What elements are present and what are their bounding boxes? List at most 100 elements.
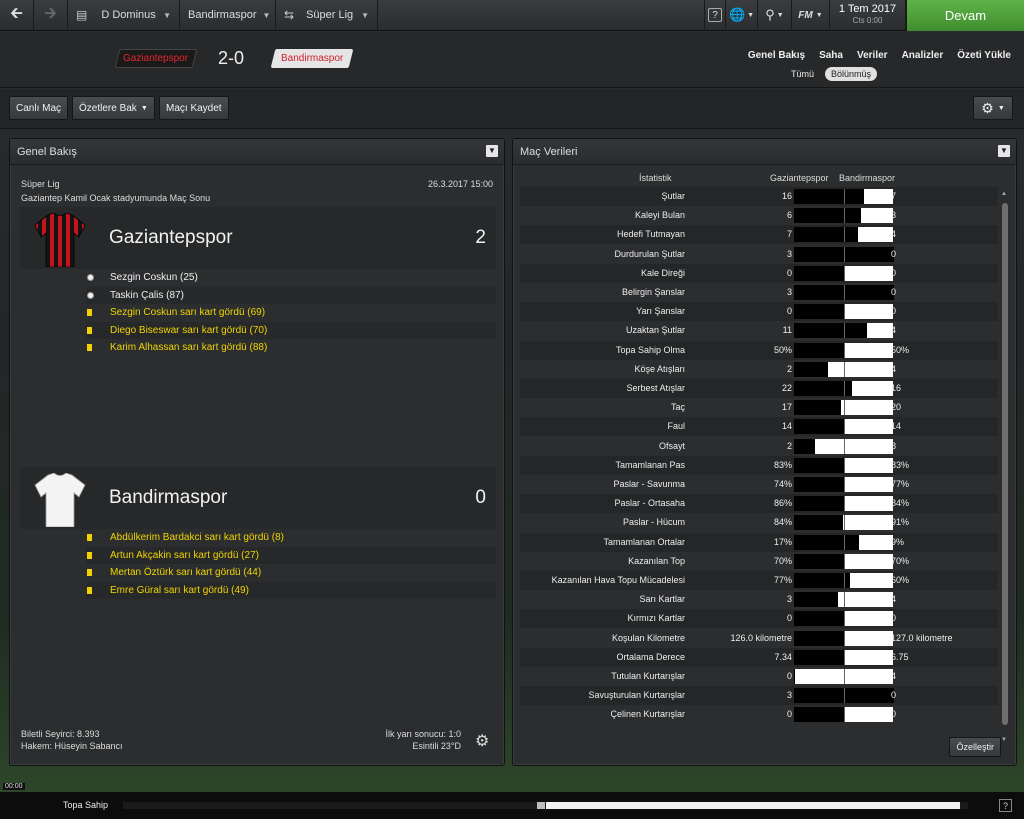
match-time: 00:00 — [3, 783, 25, 790]
stat-home-value: 3 — [786, 690, 792, 701]
stat-label: Topa Sahip Olma — [615, 344, 685, 355]
stat-home-value: 70% — [773, 555, 792, 566]
stat-midline — [844, 438, 845, 454]
stat-home-fill — [795, 419, 845, 435]
stat-midline — [844, 342, 845, 358]
scroll-thumb[interactable] — [1002, 203, 1008, 725]
stat-home-fill — [795, 477, 844, 492]
tab-upload-highlights[interactable]: Özeti Yükle — [957, 50, 1011, 61]
live-match-button[interactable]: Canlı Maç — [9, 96, 69, 120]
event-text[interactable]: Taskin Çalis (87) — [110, 290, 184, 301]
home-team-tag[interactable]: Gaziantepspor — [114, 49, 198, 68]
stat-midline — [844, 573, 845, 588]
stat-row: Serbest Atışlar 22 16 — [520, 379, 998, 398]
league-menu[interactable]: ⇆ Süper Lig ▼ — [276, 0, 378, 31]
event-text[interactable]: Mertan Öztürk sarı kart gördü (44) — [110, 567, 261, 578]
globe-icon: 🌐 — [728, 7, 746, 22]
stat-row: Savuşturulan Kurtarışlar 3 0 — [520, 686, 998, 706]
tab-pitch[interactable]: Saha — [819, 50, 843, 61]
event-text[interactable]: Sezgin Coskun (25) — [110, 272, 198, 283]
away-shirt-icon — [34, 473, 86, 527]
help-icon[interactable]: ? — [999, 799, 1012, 812]
event-row: Taskin Çalis (87) — [86, 286, 496, 304]
event-text[interactable]: Abdülkerim Bardakci sarı kart gördü (8) — [110, 532, 284, 543]
game-date[interactable]: 1 Tem 2017 Cts 0:00 — [830, 0, 906, 31]
yellow-card-icon — [86, 344, 110, 351]
stat-home-fill — [795, 438, 815, 454]
event-text[interactable]: Sezgin Coskun sarı kart gördü (69) — [110, 307, 265, 318]
overview-title-text: Genel Bakış — [17, 146, 77, 158]
match-stats-panel: Maç Verileri ▼ İstatistik Gaziantepspor … — [512, 138, 1017, 766]
subtab-all[interactable]: Tümü — [785, 67, 820, 81]
settings-button[interactable]: ⚙ ▼ — [973, 96, 1013, 120]
forward-arrow-icon[interactable]: 🡲 — [34, 0, 68, 31]
manager-menu[interactable]: ▤ D Dominus ▼ — [68, 0, 180, 31]
stat-away-value: 16 — [891, 383, 902, 393]
venue-text: Gaziantep Kamil Ocak stadyumunda Maç Son… — [21, 193, 211, 203]
tab-analysis[interactable]: Analizler — [902, 50, 944, 61]
event-text[interactable]: Diego Biseswar sarı kart gördü (70) — [110, 325, 267, 336]
customize-button[interactable]: Özelleştir — [949, 737, 1001, 757]
stat-home-fill — [795, 496, 845, 512]
stat-label: Ofsayt — [658, 440, 685, 451]
stat-away-value: 0 — [891, 306, 897, 317]
weather-settings-icon[interactable]: ⚙ — [475, 731, 493, 750]
stat-home-value: 2 — [786, 363, 792, 374]
stat-away-value: 83% — [891, 459, 910, 470]
stat-midline — [844, 227, 845, 243]
top-bar: 🡰 🡲 ▤ D Dominus ▼ Bandirmaspor ▼ ⇆ Süper… — [0, 0, 1024, 31]
tab-overview[interactable]: Genel Bakış — [748, 50, 805, 61]
home-team-name[interactable]: Gaziantepspor — [109, 227, 233, 249]
home-team-tag-label: Gaziantepspor — [123, 53, 189, 64]
help-button[interactable]: ? — [704, 0, 726, 31]
stat-row: Kazanılan Top 70% 70% — [520, 552, 998, 571]
globe-menu[interactable]: 🌐 ▼ — [726, 0, 758, 31]
subtab-split[interactable]: Bölünmüş — [825, 67, 878, 81]
search-menu[interactable]: ⚲ ▼ — [758, 0, 792, 31]
stat-comparison-bar — [794, 208, 893, 224]
stat-midline — [844, 189, 845, 204]
save-match-button[interactable]: Maçı Kaydet — [159, 96, 229, 120]
stat-home-value: 2 — [786, 440, 792, 451]
stat-midline — [844, 592, 845, 608]
stat-away-value: 0 — [891, 287, 897, 297]
event-text[interactable]: Karim Alhassan sarı kart gördü (88) — [110, 342, 267, 353]
stat-comparison-bar — [794, 265, 893, 281]
stat-row: Tutulan Kurtarışlar 0 4 — [520, 667, 998, 686]
chevron-down-icon: ▼ — [163, 10, 171, 20]
stat-home-value: 17 — [781, 402, 792, 413]
stat-comparison-bar — [794, 611, 893, 627]
stats-scrollbar[interactable]: ▲ ▼ — [1001, 191, 1009, 743]
stat-row: Paslar - Savunma 74% 77% — [520, 475, 998, 494]
stat-midline — [844, 246, 845, 262]
attendance: Biletli Seyirci: 8.393 — [21, 729, 100, 739]
away-team-name[interactable]: Bandirmaspor — [109, 487, 227, 509]
event-row: Diego Biseswar sarı kart gördü (70) — [86, 321, 496, 339]
stat-home-fill — [795, 400, 841, 416]
panel-dropdown-icon[interactable]: ▼ — [486, 145, 498, 157]
stat-home-value: 74% — [773, 479, 792, 489]
scroll-up-icon[interactable]: ▲ — [1001, 191, 1007, 197]
back-arrow-icon[interactable]: 🡰 — [0, 0, 34, 31]
event-text[interactable]: Emre Güral sarı kart gördü (49) — [110, 585, 249, 596]
event-row: Sezgin Coskun (25) — [86, 269, 496, 286]
club-menu[interactable]: Bandirmaspor ▼ — [180, 0, 276, 31]
competition-name: Süper Lig — [21, 179, 60, 189]
stat-away-value: 0 — [891, 709, 897, 720]
stat-row: Tamamlanan Ortalar 17% 9% — [520, 532, 998, 552]
stat-midline — [844, 553, 845, 569]
away-team-tag[interactable]: Bandirmaspor — [270, 49, 354, 68]
scroll-down-icon[interactable]: ▼ — [1001, 737, 1007, 743]
event-text[interactable]: Artun Akçakin sarı kart gördü (27) — [110, 550, 259, 561]
tab-stats[interactable]: Veriler — [857, 50, 888, 61]
stat-label: Paslar - Hücum — [622, 517, 685, 528]
continue-button[interactable]: Devam — [906, 0, 1024, 31]
stat-comparison-bar — [794, 669, 893, 684]
fm-menu[interactable]: FM ▼ — [792, 0, 830, 31]
stat-label: Kale Direği — [640, 267, 685, 278]
stat-home-value: 84% — [773, 517, 792, 528]
highlights-button[interactable]: Özetlere Bak ▼ — [72, 96, 155, 120]
stat-row: Yarı Şanslar 0 0 — [520, 302, 998, 322]
stat-midline — [844, 265, 845, 281]
possession-segment — [546, 802, 960, 809]
